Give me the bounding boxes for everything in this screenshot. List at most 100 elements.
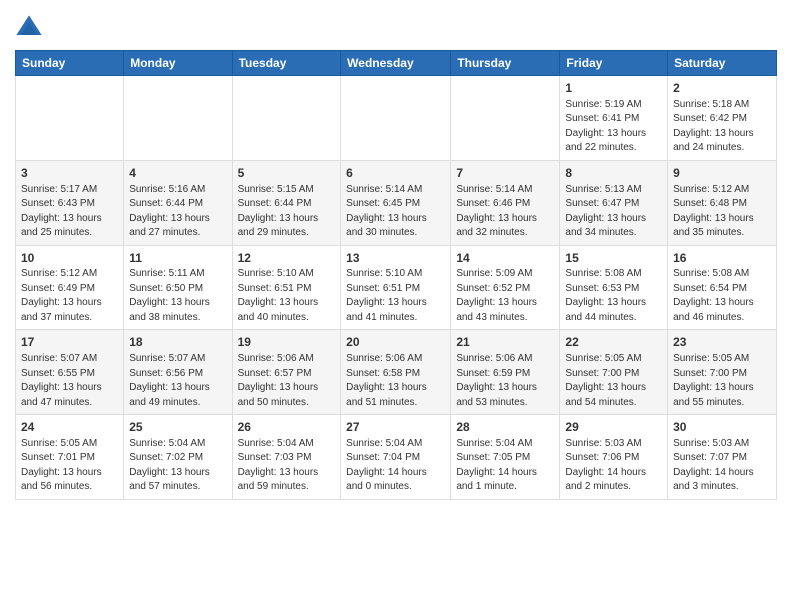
weekday-header-sunday: Sunday xyxy=(16,51,124,76)
calendar-week-2: 3Sunrise: 5:17 AM Sunset: 6:43 PM Daylig… xyxy=(16,160,777,245)
calendar-cell: 10Sunrise: 5:12 AM Sunset: 6:49 PM Dayli… xyxy=(16,245,124,330)
day-info: Sunrise: 5:19 AM Sunset: 6:41 PM Dayligh… xyxy=(565,98,662,156)
day-info: Sunrise: 5:14 AM Sunset: 6:45 PM Dayligh… xyxy=(346,183,445,241)
day-number: 5 xyxy=(238,165,336,182)
day-info: Sunrise: 5:14 AM Sunset: 6:46 PM Dayligh… xyxy=(456,183,554,241)
day-info: Sunrise: 5:05 AM Sunset: 7:00 PM Dayligh… xyxy=(673,352,771,410)
day-number: 22 xyxy=(565,334,662,351)
day-info: Sunrise: 5:04 AM Sunset: 7:05 PM Dayligh… xyxy=(456,437,554,495)
day-number: 4 xyxy=(129,165,226,182)
day-number: 20 xyxy=(346,334,445,351)
day-number: 15 xyxy=(565,250,662,267)
calendar-cell: 12Sunrise: 5:10 AM Sunset: 6:51 PM Dayli… xyxy=(232,245,341,330)
day-info: Sunrise: 5:18 AM Sunset: 6:42 PM Dayligh… xyxy=(673,98,771,156)
calendar-cell: 22Sunrise: 5:05 AM Sunset: 7:00 PM Dayli… xyxy=(560,330,668,415)
day-number: 9 xyxy=(673,165,771,182)
weekday-header-wednesday: Wednesday xyxy=(341,51,451,76)
calendar-cell: 2Sunrise: 5:18 AM Sunset: 6:42 PM Daylig… xyxy=(668,76,777,161)
weekday-header-monday: Monday xyxy=(124,51,232,76)
calendar-cell xyxy=(341,76,451,161)
day-number: 29 xyxy=(565,419,662,436)
day-info: Sunrise: 5:04 AM Sunset: 7:04 PM Dayligh… xyxy=(346,437,445,495)
calendar-cell: 24Sunrise: 5:05 AM Sunset: 7:01 PM Dayli… xyxy=(16,415,124,500)
day-number: 2 xyxy=(673,80,771,97)
day-info: Sunrise: 5:09 AM Sunset: 6:52 PM Dayligh… xyxy=(456,267,554,325)
day-info: Sunrise: 5:05 AM Sunset: 7:01 PM Dayligh… xyxy=(21,437,118,495)
calendar-cell: 23Sunrise: 5:05 AM Sunset: 7:00 PM Dayli… xyxy=(668,330,777,415)
calendar-cell: 17Sunrise: 5:07 AM Sunset: 6:55 PM Dayli… xyxy=(16,330,124,415)
day-info: Sunrise: 5:06 AM Sunset: 6:57 PM Dayligh… xyxy=(238,352,336,410)
calendar-cell: 29Sunrise: 5:03 AM Sunset: 7:06 PM Dayli… xyxy=(560,415,668,500)
day-number: 28 xyxy=(456,419,554,436)
weekday-header-tuesday: Tuesday xyxy=(232,51,341,76)
calendar-cell: 30Sunrise: 5:03 AM Sunset: 7:07 PM Dayli… xyxy=(668,415,777,500)
calendar-body: 1Sunrise: 5:19 AM Sunset: 6:41 PM Daylig… xyxy=(16,76,777,500)
calendar-cell: 7Sunrise: 5:14 AM Sunset: 6:46 PM Daylig… xyxy=(451,160,560,245)
logo-icon xyxy=(15,14,43,42)
calendar-week-5: 24Sunrise: 5:05 AM Sunset: 7:01 PM Dayli… xyxy=(16,415,777,500)
day-info: Sunrise: 5:11 AM Sunset: 6:50 PM Dayligh… xyxy=(129,267,226,325)
day-info: Sunrise: 5:03 AM Sunset: 7:06 PM Dayligh… xyxy=(565,437,662,495)
calendar-cell: 11Sunrise: 5:11 AM Sunset: 6:50 PM Dayli… xyxy=(124,245,232,330)
calendar-table: SundayMondayTuesdayWednesdayThursdayFrid… xyxy=(15,50,777,500)
calendar-cell: 9Sunrise: 5:12 AM Sunset: 6:48 PM Daylig… xyxy=(668,160,777,245)
calendar-header-row: SundayMondayTuesdayWednesdayThursdayFrid… xyxy=(16,51,777,76)
day-info: Sunrise: 5:10 AM Sunset: 6:51 PM Dayligh… xyxy=(346,267,445,325)
header xyxy=(15,10,777,42)
calendar-week-1: 1Sunrise: 5:19 AM Sunset: 6:41 PM Daylig… xyxy=(16,76,777,161)
calendar-cell: 14Sunrise: 5:09 AM Sunset: 6:52 PM Dayli… xyxy=(451,245,560,330)
calendar-cell: 26Sunrise: 5:04 AM Sunset: 7:03 PM Dayli… xyxy=(232,415,341,500)
day-info: Sunrise: 5:10 AM Sunset: 6:51 PM Dayligh… xyxy=(238,267,336,325)
day-number: 16 xyxy=(673,250,771,267)
day-number: 30 xyxy=(673,419,771,436)
calendar-cell xyxy=(232,76,341,161)
day-number: 19 xyxy=(238,334,336,351)
weekday-header-thursday: Thursday xyxy=(451,51,560,76)
day-info: Sunrise: 5:04 AM Sunset: 7:02 PM Dayligh… xyxy=(129,437,226,495)
day-number: 11 xyxy=(129,250,226,267)
calendar-week-4: 17Sunrise: 5:07 AM Sunset: 6:55 PM Dayli… xyxy=(16,330,777,415)
calendar-cell xyxy=(124,76,232,161)
day-info: Sunrise: 5:15 AM Sunset: 6:44 PM Dayligh… xyxy=(238,183,336,241)
calendar-cell: 19Sunrise: 5:06 AM Sunset: 6:57 PM Dayli… xyxy=(232,330,341,415)
day-info: Sunrise: 5:05 AM Sunset: 7:00 PM Dayligh… xyxy=(565,352,662,410)
calendar-cell xyxy=(451,76,560,161)
weekday-header-friday: Friday xyxy=(560,51,668,76)
day-number: 10 xyxy=(21,250,118,267)
calendar-cell: 28Sunrise: 5:04 AM Sunset: 7:05 PM Dayli… xyxy=(451,415,560,500)
calendar-cell: 20Sunrise: 5:06 AM Sunset: 6:58 PM Dayli… xyxy=(341,330,451,415)
day-number: 27 xyxy=(346,419,445,436)
weekday-header-saturday: Saturday xyxy=(668,51,777,76)
calendar-cell: 13Sunrise: 5:10 AM Sunset: 6:51 PM Dayli… xyxy=(341,245,451,330)
day-info: Sunrise: 5:08 AM Sunset: 6:53 PM Dayligh… xyxy=(565,267,662,325)
day-info: Sunrise: 5:07 AM Sunset: 6:55 PM Dayligh… xyxy=(21,352,118,410)
day-number: 26 xyxy=(238,419,336,436)
day-info: Sunrise: 5:17 AM Sunset: 6:43 PM Dayligh… xyxy=(21,183,118,241)
day-number: 21 xyxy=(456,334,554,351)
day-info: Sunrise: 5:16 AM Sunset: 6:44 PM Dayligh… xyxy=(129,183,226,241)
day-number: 6 xyxy=(346,165,445,182)
calendar-cell: 18Sunrise: 5:07 AM Sunset: 6:56 PM Dayli… xyxy=(124,330,232,415)
day-number: 3 xyxy=(21,165,118,182)
calendar-cell: 27Sunrise: 5:04 AM Sunset: 7:04 PM Dayli… xyxy=(341,415,451,500)
day-number: 7 xyxy=(456,165,554,182)
day-number: 18 xyxy=(129,334,226,351)
day-info: Sunrise: 5:12 AM Sunset: 6:48 PM Dayligh… xyxy=(673,183,771,241)
day-number: 24 xyxy=(21,419,118,436)
day-number: 1 xyxy=(565,80,662,97)
day-number: 17 xyxy=(21,334,118,351)
day-number: 25 xyxy=(129,419,226,436)
calendar-cell: 6Sunrise: 5:14 AM Sunset: 6:45 PM Daylig… xyxy=(341,160,451,245)
logo xyxy=(15,10,45,42)
day-info: Sunrise: 5:12 AM Sunset: 6:49 PM Dayligh… xyxy=(21,267,118,325)
day-info: Sunrise: 5:03 AM Sunset: 7:07 PM Dayligh… xyxy=(673,437,771,495)
day-number: 23 xyxy=(673,334,771,351)
calendar-cell: 15Sunrise: 5:08 AM Sunset: 6:53 PM Dayli… xyxy=(560,245,668,330)
day-info: Sunrise: 5:04 AM Sunset: 7:03 PM Dayligh… xyxy=(238,437,336,495)
calendar-cell: 16Sunrise: 5:08 AM Sunset: 6:54 PM Dayli… xyxy=(668,245,777,330)
calendar-cell: 3Sunrise: 5:17 AM Sunset: 6:43 PM Daylig… xyxy=(16,160,124,245)
calendar-cell: 21Sunrise: 5:06 AM Sunset: 6:59 PM Dayli… xyxy=(451,330,560,415)
day-number: 12 xyxy=(238,250,336,267)
day-number: 13 xyxy=(346,250,445,267)
calendar-week-3: 10Sunrise: 5:12 AM Sunset: 6:49 PM Dayli… xyxy=(16,245,777,330)
